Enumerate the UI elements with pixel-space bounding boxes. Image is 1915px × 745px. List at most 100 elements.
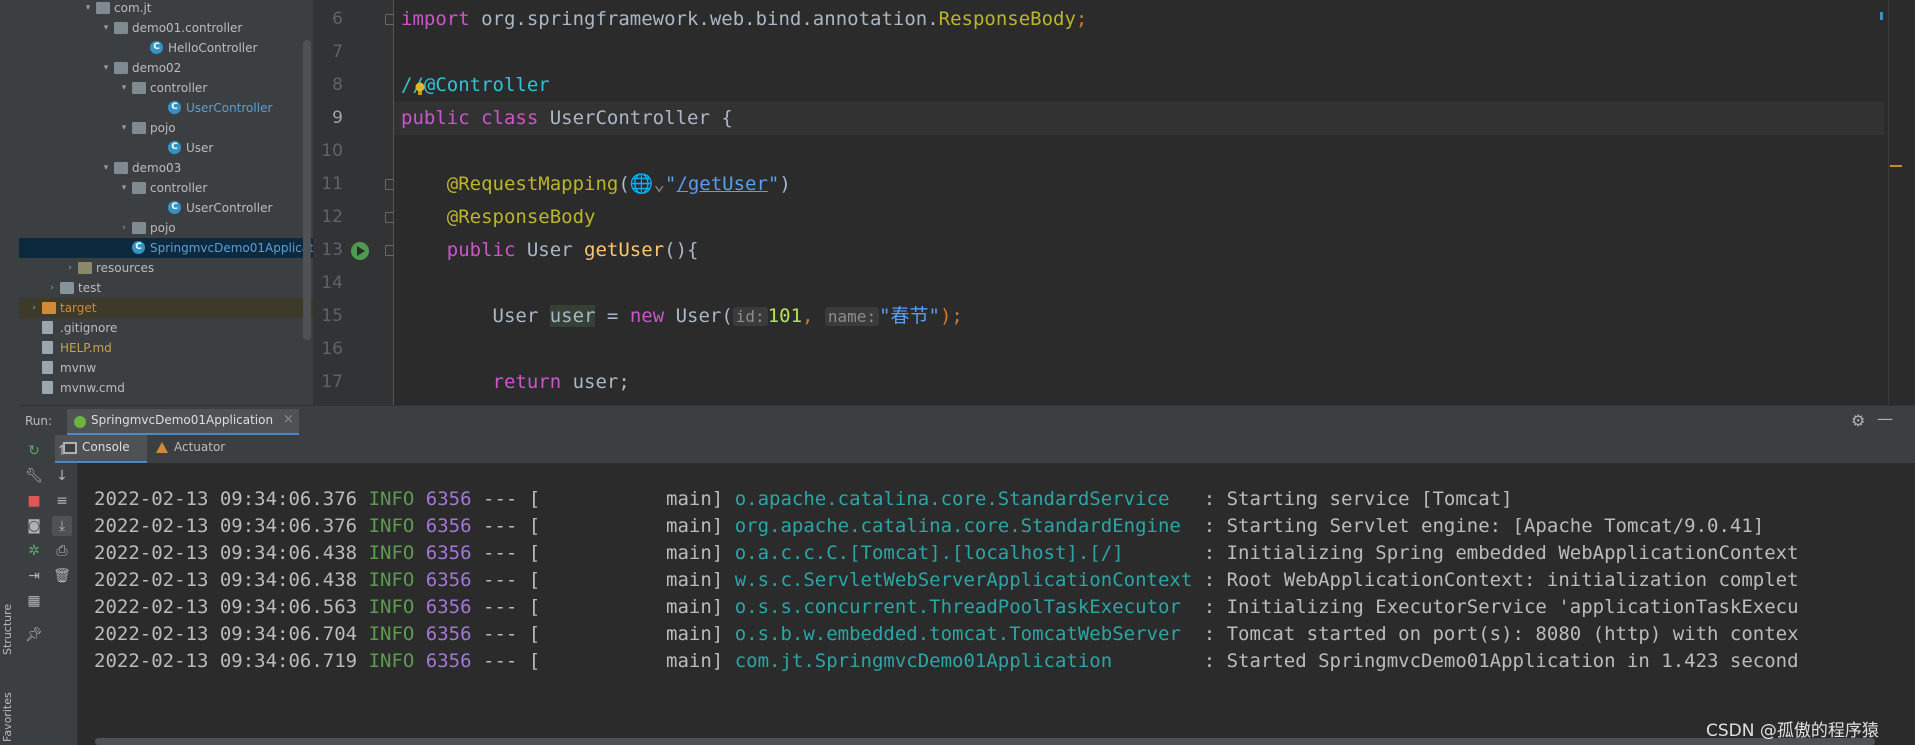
gear-icon[interactable]: ⚙ — [1851, 411, 1865, 430]
run-config-label: SpringmvcDemo01Application — [91, 413, 274, 427]
project-tree-scrollbar[interactable] — [303, 40, 311, 340]
folder-icon — [42, 302, 56, 314]
tree-item[interactable]: HELP.md — [19, 338, 313, 358]
package-icon — [132, 122, 146, 134]
console-pid: 6356 — [425, 515, 472, 537]
tree-item[interactable]: mvnw.cmd — [19, 378, 313, 398]
tree-item[interactable]: ▾ demo01.controller — [19, 18, 313, 38]
file-icon — [42, 361, 53, 374]
globe-icon[interactable]: 🌐⌄ — [630, 173, 665, 195]
tree-item-label: pojo — [150, 221, 176, 235]
tree-item[interactable]: › test — [19, 278, 313, 298]
chevron-down-icon[interactable]: ▾ — [119, 118, 129, 138]
scroll-marker — [1890, 165, 1902, 167]
tree-item-label: pojo — [150, 121, 176, 135]
package-icon — [132, 182, 146, 194]
chevron-right-icon[interactable]: › — [47, 278, 57, 298]
tree-item[interactable]: ▾ com.jt — [19, 0, 313, 18]
tree-item[interactable]: ▾ controller — [19, 178, 313, 198]
code-editor[interactable]: import org.springframework.web.bind.anno… — [394, 0, 1915, 405]
console-level: INFO — [368, 569, 415, 591]
console-ts: 2022-02-13 09:34:06.376 — [94, 515, 358, 537]
minimize-icon[interactable]: — — [1877, 409, 1893, 428]
console-ts: 2022-02-13 09:34:06.438 — [94, 542, 358, 564]
console-logger: org.apache.catalina.core.StandardEngine — [734, 515, 1193, 537]
soft-wrap-icon[interactable]: ≡ — [52, 491, 72, 511]
tree-item[interactable]: C UserController — [19, 98, 313, 118]
console-msg: : Root WebApplicationContext: initializa… — [1192, 569, 1799, 591]
trash-icon[interactable]: 🗑︎ — [52, 566, 72, 586]
chevron-down-icon[interactable]: ▾ — [119, 178, 129, 198]
console-msg: : Tomcat started on port(s): 8080 (http)… — [1192, 623, 1799, 645]
chevron-right-icon[interactable]: › — [65, 258, 75, 278]
tree-item-label: demo03 — [132, 161, 182, 175]
run-gutter-icon[interactable] — [349, 240, 371, 262]
run-panel-header: Run: SpringmvcDemo01Application × ⚙ — — [19, 405, 1915, 436]
scroll-down-icon[interactable]: ↓ — [52, 466, 72, 486]
chevron-down-icon[interactable]: ▾ — [101, 18, 111, 38]
camera-icon[interactable]: ◙ — [24, 516, 44, 536]
tree-item[interactable]: ▾ demo03 — [19, 158, 313, 178]
console-output[interactable]: 2022-02-13 09:34:06.376 INFO 6356 --- [ … — [78, 463, 1915, 745]
console-thread: [ main] — [528, 488, 724, 510]
chevron-right-icon[interactable]: › — [119, 218, 129, 238]
tree-item[interactable]: C User — [19, 138, 313, 158]
console-horizontal-scrollbar[interactable] — [95, 738, 1875, 745]
tree-item[interactable]: › pojo — [19, 218, 313, 238]
parameter-hint: name: — [824, 307, 880, 326]
console-logger: o.s.s.concurrent.ThreadPoolTaskExecutor — [734, 596, 1193, 618]
tree-item[interactable]: C HelloController — [19, 38, 313, 58]
class-icon: C — [168, 141, 181, 154]
package-icon — [132, 222, 146, 234]
rerun-icon[interactable]: ↻ — [24, 441, 44, 461]
print-icon[interactable]: ⎙ — [52, 541, 72, 561]
console-logger: o.a.c.c.C.[Tomcat].[localhost].[/] — [734, 542, 1193, 564]
tab-actuator[interactable]: Actuator — [147, 435, 237, 461]
tree-item[interactable]: ▾ pojo — [19, 118, 313, 138]
console-pid: 6356 — [425, 623, 472, 645]
tree-item-label: UserController — [186, 101, 273, 115]
tree-item[interactable]: ▾ demo02 — [19, 58, 313, 78]
console-logger: com.jt.SpringmvcDemo01Application — [734, 650, 1193, 672]
code-line: User user = new User(id: 101, name: "春节"); — [492, 305, 963, 327]
tree-item[interactable]: ▾ controller — [19, 78, 313, 98]
run-title: Run: — [25, 414, 53, 428]
scroll-to-end-icon[interactable]: ⤓ — [52, 516, 72, 536]
tree-item-label: demo02 — [132, 61, 182, 75]
tree-item[interactable]: mvnw — [19, 358, 313, 378]
chevron-down-icon[interactable]: ▾ — [101, 158, 111, 178]
tree-item[interactable]: C UserController — [19, 198, 313, 218]
pin-icon[interactable]: 📌︎ — [24, 625, 44, 645]
wrench-icon[interactable]: 🔧︎ — [24, 466, 44, 486]
line-number: 17 — [321, 372, 343, 392]
console-sep: --- — [483, 515, 518, 537]
package-icon — [132, 82, 146, 94]
lightbulb-icon[interactable] — [414, 82, 426, 96]
console-ts: 2022-02-13 09:34:06.719 — [94, 650, 358, 672]
scroll-up-icon[interactable]: ↑ — [52, 441, 72, 461]
scroll-marker — [1880, 12, 1883, 20]
package-icon — [114, 22, 128, 34]
close-tab-icon[interactable]: × — [283, 412, 294, 427]
chevron-down-icon[interactable]: ▾ — [119, 78, 129, 98]
tree-item[interactable]: .gitignore — [19, 318, 313, 338]
structure-tool-tab[interactable]: Structure — [1, 585, 17, 655]
favorites-tool-tab[interactable]: Favorites — [1, 672, 17, 742]
chevron-right-icon[interactable]: › — [29, 298, 39, 318]
tree-item[interactable]: › target — [19, 298, 313, 318]
editor-scrollbar[interactable] — [1888, 0, 1889, 405]
console-sep: --- — [483, 569, 518, 591]
package-icon — [114, 162, 128, 174]
stop-icon[interactable]: ■ — [24, 491, 44, 511]
tree-item[interactable]: C SpringmvcDemo01Application — [19, 238, 313, 258]
chevron-down-icon[interactable]: ▾ — [101, 58, 111, 78]
layout-icon[interactable]: ▦ — [24, 591, 44, 611]
chevron-down-icon[interactable]: ▾ — [83, 0, 93, 18]
tree-item[interactable]: › resources — [19, 258, 313, 278]
left-tool-strip: Structure Favorites — [0, 0, 20, 745]
tree-item-label: controller — [150, 81, 208, 95]
debug-icon[interactable]: ✲ — [24, 541, 44, 561]
run-config-tab[interactable]: SpringmvcDemo01Application × — [67, 409, 299, 435]
class-icon: C — [150, 41, 163, 54]
exit-icon[interactable]: ⇥ — [24, 566, 44, 586]
